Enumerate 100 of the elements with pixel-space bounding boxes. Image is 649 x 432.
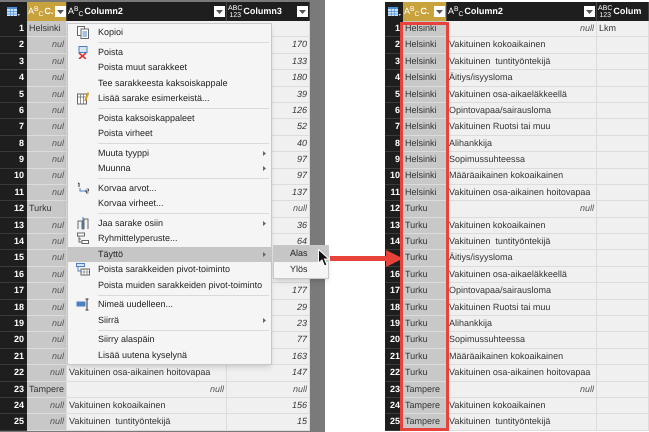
column-title: Column3	[243, 4, 282, 18]
menu-label: Muuta tyyppi	[98, 146, 150, 160]
table-cell: nul	[27, 136, 67, 152]
row-number: 2	[0, 37, 27, 54]
table-cell: nul	[27, 234, 67, 250]
menu-label: Poista virheet	[98, 127, 153, 140]
row-number: 16	[0, 266, 27, 284]
table-cell: Helsinki	[403, 70, 447, 87]
row-number: 10	[0, 168, 27, 185]
menu-label: Siirrä	[98, 314, 120, 326]
row-number: 8	[0, 136, 27, 152]
row-number: 14	[0, 234, 27, 250]
table-cell: Määräaikainen kokoaikainen	[447, 348, 597, 366]
table-cell: Helsinki	[403, 184, 447, 202]
row-number: 18	[0, 300, 27, 316]
table-cell: Opintovapaa/sairausloma	[447, 283, 597, 300]
table-cell: Helsinki	[403, 119, 447, 136]
row-number: 22	[0, 365, 27, 382]
row-number: 13	[0, 218, 27, 234]
table-cell: Vakituinen osa-aikainen hoitovapaa	[67, 365, 227, 382]
row-number: 15	[0, 250, 27, 267]
table-cell: nul	[27, 70, 67, 87]
row-number: 20	[0, 332, 27, 349]
row-number: 24	[0, 398, 27, 414]
table-cell: nul	[27, 152, 67, 169]
table-cell: Vakituinen osa-aikaeläkkeellä	[447, 266, 597, 284]
table-cell: null	[27, 398, 67, 414]
table-cell: Vakituinen tuntityöntekijä	[447, 414, 597, 431]
table-cell: Turku	[403, 218, 447, 234]
table-cell: Helsinki	[403, 102, 447, 120]
table-cell: null	[447, 201, 597, 218]
table-cell: Helsinki	[403, 86, 447, 103]
table-cell: null	[67, 382, 227, 398]
table-cell: nul	[27, 86, 67, 103]
column-title: Column2	[464, 4, 503, 18]
table-cell: 15	[227, 414, 310, 431]
table-cell: Tampere	[403, 382, 447, 398]
row-number: 9	[0, 152, 27, 169]
menu-label: Poista kaksoiskappaleet	[98, 112, 195, 125]
menu-label: Poista muut sarakkeet	[98, 61, 188, 74]
table-cell: Lkm	[597, 21, 649, 38]
table-cell: 156	[227, 398, 310, 414]
column-header[interactable]: A$^{B}$$_{C}$ Column2	[447, 2, 597, 21]
column-title: Colum	[613, 4, 642, 18]
menu-label: Tee sarakkeesta kaksoiskappale	[98, 76, 228, 90]
table-cell: Turku	[403, 300, 447, 316]
menu-item[interactable]: Täyttö	[68, 246, 271, 262]
column-title: Column2	[84, 4, 123, 18]
table-cell: nul	[27, 316, 67, 332]
table-cell: Äitiys/isyysloma	[447, 250, 597, 267]
menu-label: Jaa sarake osiin	[98, 216, 164, 230]
table-cell: Määräaikainen kokoaikainen	[447, 168, 597, 185]
table-cell: Turku	[403, 332, 447, 349]
menu-label: Poista	[98, 46, 124, 58]
row-number: 4	[0, 70, 27, 87]
table-cell: nul	[27, 184, 67, 202]
table-cell: Turku	[27, 201, 67, 218]
table-cell: nul	[27, 348, 67, 366]
column-title: C.	[44, 4, 54, 18]
table-cell: nul	[27, 332, 67, 349]
menu-label: Lisää sarake esimerkeistä...	[98, 92, 210, 105]
menu-label: Siirry alaspäin	[98, 333, 155, 346]
row-number: 3	[0, 54, 27, 70]
table-cell: Äitiys/isyysloma	[447, 70, 597, 87]
table-cell: Tampere	[27, 382, 67, 398]
table-cell: Helsinki	[403, 136, 447, 152]
menu-item[interactable]: Poista sarakkeiden pivot-toiminto	[68, 262, 271, 278]
table-cell: Vakituinen kokoaikainen	[447, 37, 597, 54]
table-cell: Turku	[403, 365, 447, 382]
table-cell: nul	[27, 119, 67, 136]
table-cell: Vakituinen kokoaikainen	[67, 398, 227, 414]
table-cell: Turku	[403, 283, 447, 300]
table-cell: Vakituinen kokoaikainen	[447, 218, 597, 234]
table-cell: Alihankkija	[447, 316, 597, 332]
table-cell: Vakituinen tuntityöntekijä	[447, 234, 597, 250]
row-number: 23	[0, 382, 27, 398]
menu-label: Lisää uutena kyselynä	[98, 348, 188, 362]
table-cell: Vakituinen Ruotsi tai muu	[447, 119, 597, 136]
menu-label: Ryhmittelyperuste...	[98, 232, 178, 245]
table-cell: Helsinki	[403, 152, 447, 169]
menu-item[interactable]: Alas	[274, 246, 328, 262]
table-cell: Vakituinen osa-aikainen hoitovapaa	[447, 365, 597, 382]
column-title: C.	[420, 4, 430, 18]
row-number: 1	[0, 21, 27, 38]
table-cell: nul	[27, 102, 67, 120]
table-cell: nul	[27, 54, 67, 70]
table-cell: Sopimussuhteessa	[447, 152, 597, 169]
menu-item[interactable]: Ylös	[274, 262, 328, 278]
row-number: 21	[0, 348, 27, 366]
column-header[interactable]: A$^{B}$$_{C}$ Column2	[67, 2, 227, 21]
table-cell: nul	[27, 168, 67, 185]
table-cell: Alihankkija	[447, 136, 597, 152]
row-number: 11	[0, 184, 27, 202]
menu-label: Muunna	[98, 162, 131, 175]
table-cell: Turku	[403, 250, 447, 267]
table-cell: Helsinki	[27, 21, 67, 38]
table-cell: nul	[27, 37, 67, 54]
table-cell: Tampere	[403, 398, 447, 414]
table-cell: Turku	[403, 266, 447, 284]
table-cell: Vakituinen Ruotsi tai muu	[447, 300, 597, 316]
